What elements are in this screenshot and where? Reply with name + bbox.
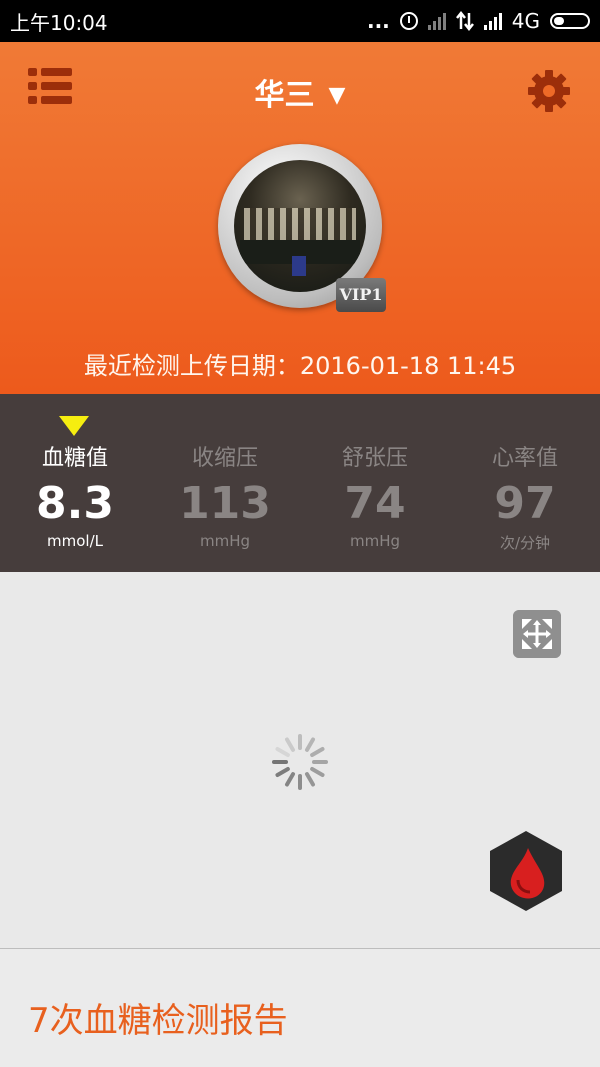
status-icons: ... 4G — [367, 9, 590, 33]
signal-icon — [483, 12, 502, 30]
upload-label: 最近检测上传日期： — [83, 352, 300, 380]
profile-header: 华三 ▼ VIP1 最近检测上传日期：2016-01-18 11:45 — [0, 42, 600, 394]
report-section[interactable]: 7次血糖检测报告 — [0, 949, 600, 1067]
report-title: 7次血糖检测报告 — [28, 1001, 288, 1041]
gear-icon[interactable] — [526, 68, 572, 114]
selected-pointer-icon — [59, 416, 89, 436]
metric-label: 舒张压 — [341, 446, 408, 471]
metric-unit: mmHg — [199, 532, 251, 550]
chevron-down-icon: ▼ — [328, 83, 346, 108]
upload-datetime: 2016-01-18 11:45 — [299, 352, 517, 380]
metric-unit: mmol/L — [47, 532, 103, 550]
metric-value: 113 — [179, 478, 271, 529]
data-arrows-icon — [455, 11, 474, 31]
avatar-photo — [234, 160, 366, 292]
metric-heart-rate[interactable]: 心率值 97 次/分钟 — [450, 394, 600, 572]
metric-value: 97 — [494, 478, 556, 529]
metric-blood-sugar[interactable]: 血糖值 8.3 mmol/L — [0, 394, 150, 572]
status-bar: 上午10:04 ... 4G — [0, 0, 600, 42]
metric-value: 8.3 — [36, 478, 114, 529]
metric-diastolic[interactable]: 舒张压 74 mmHg — [300, 394, 450, 572]
metric-label: 收缩压 — [191, 446, 258, 471]
metric-unit: mmHg — [349, 532, 401, 550]
alarm-icon — [399, 12, 418, 30]
user-switcher[interactable]: 华三 ▼ — [0, 70, 600, 114]
network-type: 4G — [511, 9, 540, 33]
last-upload-date: 最近检测上传日期：2016-01-18 11:45 — [0, 346, 600, 381]
vip-badge: VIP1 — [336, 278, 386, 312]
blood-drop-icon[interactable] — [488, 830, 564, 912]
loading-spinner-icon — [272, 734, 328, 790]
signal-x-icon — [427, 12, 446, 30]
status-time: 上午10:04 — [10, 10, 108, 35]
metrics-bar: 血糖值 8.3 mmol/L 收缩压 113 mmHg 舒张压 74 mmHg … — [0, 394, 600, 572]
metric-systolic[interactable]: 收缩压 113 mmHg — [150, 394, 300, 572]
metric-label: 血糖值 — [41, 446, 108, 471]
metric-unit: 次/分钟 — [499, 534, 551, 552]
metric-value: 74 — [344, 478, 406, 529]
metric-label: 心率值 — [491, 446, 558, 471]
fullscreen-icon[interactable] — [513, 610, 561, 658]
user-name: 华三 — [254, 78, 315, 113]
battery-icon — [550, 13, 590, 29]
chart-area — [0, 572, 600, 948]
status-dots: ... — [366, 9, 390, 33]
